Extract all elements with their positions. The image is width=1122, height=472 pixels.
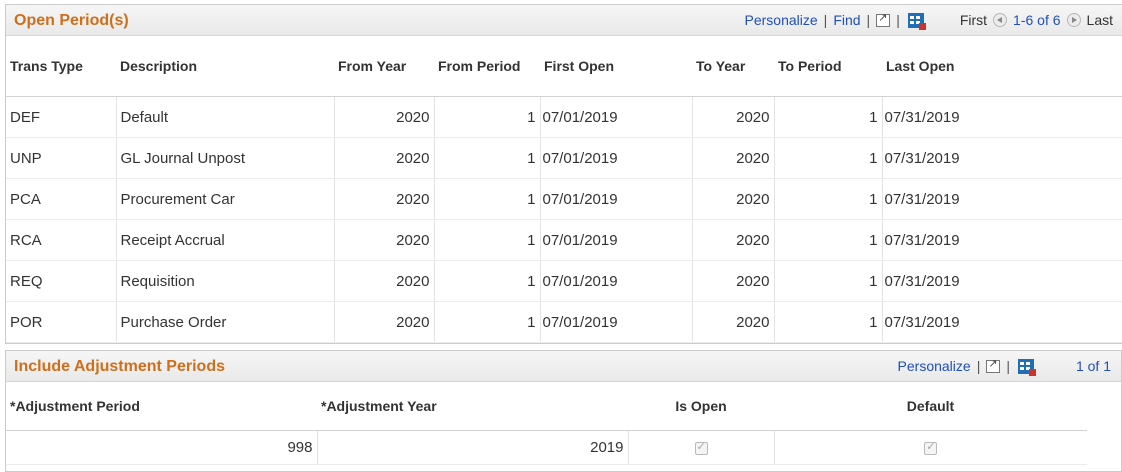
table-row: 998 2019: [6, 430, 1087, 465]
from-period-cell: 1: [434, 260, 541, 302]
default-cell: [774, 430, 1087, 465]
table-row: DEF Default 2020 1 07/01/2019 2020 1 07/…: [6, 96, 1122, 138]
open-periods-table: Trans Type Description From Year From Pe…: [6, 36, 1122, 343]
description-cell: Default: [116, 96, 335, 138]
col-adjustment-year: *Adjustment Year: [317, 382, 628, 431]
table-row: REQ Requisition 2020 1 07/01/2019 2020 1…: [6, 260, 1122, 302]
adjustment-periods-header-row: *Adjustment Period *Adjustment Year Is O…: [6, 382, 1087, 431]
trans-type-cell: UNP: [6, 137, 117, 179]
col-trans-type: Trans Type: [6, 36, 116, 97]
to-period-cell: 1: [774, 178, 883, 220]
row-range: 1-6 of 6: [1013, 12, 1061, 28]
download-icon[interactable]: [1017, 358, 1036, 376]
first-open-cell: 07/01/2019: [540, 301, 693, 343]
description-cell: Purchase Order: [116, 301, 335, 343]
table-row: PCA Procurement Car 2020 1 07/01/2019 20…: [6, 178, 1122, 220]
from-period-cell: 1: [434, 137, 541, 179]
col-to-period: To Period: [774, 36, 882, 97]
trans-type-cell: REQ: [6, 260, 117, 302]
next-row-icon[interactable]: [1066, 13, 1081, 27]
to-period-cell: 1: [774, 96, 883, 138]
last-open-cell: 07/31/2019: [882, 301, 1122, 343]
open-periods-grid: Open Period(s) Personalize | Find | | Fi…: [5, 4, 1122, 344]
from-year-cell: 2020: [334, 178, 435, 220]
col-description: Description: [116, 36, 334, 97]
first-open-cell: 07/01/2019: [540, 137, 693, 179]
last-open-cell: 07/31/2019: [882, 260, 1122, 302]
adjustment-periods-header: Include Adjustment Periods Personalize |…: [6, 351, 1121, 382]
zoom-icon[interactable]: [876, 11, 891, 27]
to-year-cell: 2020: [692, 301, 775, 343]
to-year-cell: 2020: [692, 219, 775, 261]
is-open-checkbox: [694, 440, 708, 455]
to-period-cell: 1: [774, 301, 883, 343]
table-row: POR Purchase Order 2020 1 07/01/2019 202…: [6, 301, 1122, 343]
adjustment-period-cell: 998: [6, 430, 318, 465]
open-periods-title: Open Period(s): [14, 12, 129, 29]
last-open-cell: 07/31/2019: [882, 96, 1122, 138]
last-open-cell: 07/31/2019: [882, 178, 1122, 220]
col-from-year: From Year: [334, 36, 434, 97]
last-open-cell: 07/31/2019: [882, 219, 1122, 261]
personalize-link[interactable]: Personalize: [745, 12, 818, 28]
col-is-open: Is Open: [628, 382, 774, 431]
find-link[interactable]: Find: [833, 12, 860, 28]
col-last-open: Last Open: [882, 36, 1122, 97]
adjustment-year-cell: 2019: [317, 430, 629, 465]
first-open-cell: 07/01/2019: [540, 260, 693, 302]
adjustment-periods-nav: Personalize | | 1 of 1: [898, 357, 1111, 376]
to-period-cell: 1: [774, 219, 883, 261]
previous-row-icon[interactable]: [993, 13, 1008, 27]
col-from-period: From Period: [434, 36, 540, 97]
from-year-cell: 2020: [334, 301, 435, 343]
col-adjustment-period: *Adjustment Period: [6, 382, 317, 431]
col-to-year: To Year: [692, 36, 774, 97]
col-default: Default: [774, 382, 1087, 431]
trans-type-cell: DEF: [6, 96, 117, 138]
open-periods-nav: Personalize | Find | | First 1-6 of 6 La…: [745, 11, 1113, 30]
to-period-cell: 1: [774, 137, 883, 179]
description-cell: GL Journal Unpost: [116, 137, 335, 179]
table-row: RCA Receipt Accrual 2020 1 07/01/2019 20…: [6, 219, 1122, 261]
first-open-cell: 07/01/2019: [540, 219, 693, 261]
trans-type-cell: POR: [6, 301, 117, 343]
personalize-link[interactable]: Personalize: [898, 358, 971, 374]
from-period-cell: 1: [434, 178, 541, 220]
last-open-cell: 07/31/2019: [882, 137, 1122, 179]
description-cell: Procurement Car: [116, 178, 335, 220]
description-cell: Receipt Accrual: [116, 219, 335, 261]
row-range: 1 of 1: [1075, 358, 1111, 374]
trans-type-cell: RCA: [6, 219, 117, 261]
open-periods-header: Open Period(s) Personalize | Find | | Fi…: [6, 5, 1122, 36]
description-cell: Requisition: [116, 260, 335, 302]
is-open-cell: [628, 430, 775, 465]
col-first-open: First Open: [540, 36, 692, 97]
from-period-cell: 1: [434, 96, 541, 138]
to-year-cell: 2020: [692, 96, 775, 138]
to-period-cell: 1: [774, 260, 883, 302]
last-label: Last: [1086, 12, 1113, 28]
from-year-cell: 2020: [334, 219, 435, 261]
to-year-cell: 2020: [692, 137, 775, 179]
from-period-cell: 1: [434, 301, 541, 343]
first-open-cell: 07/01/2019: [540, 96, 693, 138]
adjustment-periods-title: Include Adjustment Periods: [14, 358, 225, 375]
default-checkbox: [924, 440, 938, 455]
from-period-cell: 1: [434, 219, 541, 261]
adjustment-periods-table: *Adjustment Period *Adjustment Year Is O…: [6, 382, 1087, 465]
from-year-cell: 2020: [334, 137, 435, 179]
zoom-icon[interactable]: [986, 357, 1001, 373]
to-year-cell: 2020: [692, 260, 775, 302]
from-year-cell: 2020: [334, 96, 435, 138]
from-year-cell: 2020: [334, 260, 435, 302]
first-label: First: [959, 12, 988, 28]
first-open-cell: 07/01/2019: [540, 178, 693, 220]
adjustment-periods-grid: Include Adjustment Periods Personalize |…: [5, 350, 1122, 472]
table-row: UNP GL Journal Unpost 2020 1 07/01/2019 …: [6, 137, 1122, 179]
open-periods-header-row: Trans Type Description From Year From Pe…: [6, 36, 1122, 97]
to-year-cell: 2020: [692, 178, 775, 220]
trans-type-cell: PCA: [6, 178, 117, 220]
download-icon[interactable]: [907, 12, 926, 30]
